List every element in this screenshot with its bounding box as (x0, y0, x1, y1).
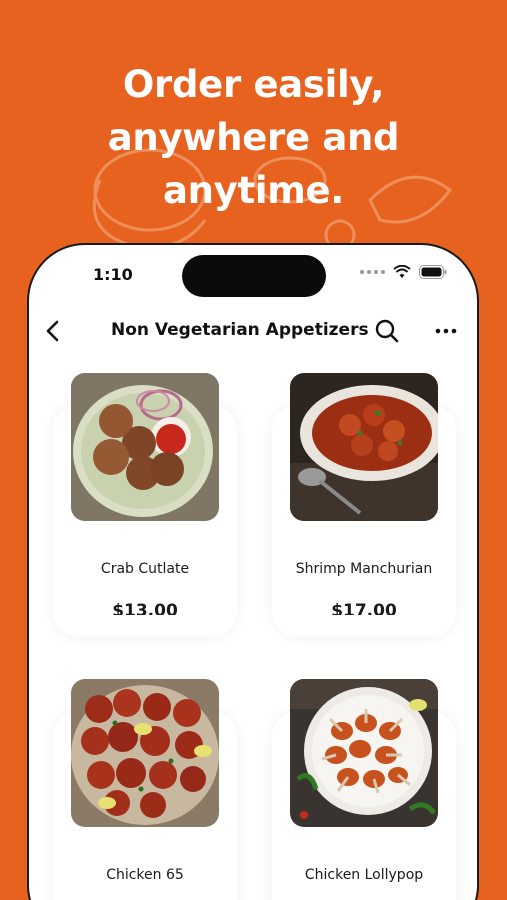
search-icon[interactable] (373, 317, 401, 345)
product-name: Crab Cutlate (100, 561, 190, 577)
headline-line-2: anywhere and (107, 116, 400, 159)
product-price: $17.00 (331, 601, 397, 615)
product-card[interactable]: Chicken Lollypop (272, 679, 456, 900)
product-card[interactable]: Crab Cutlate $13.00 (53, 373, 237, 637)
battery-icon (419, 265, 447, 279)
signal-icon (360, 270, 385, 274)
product-card[interactable]: Chicken 65 (53, 679, 237, 900)
product-price: $13.00 (112, 601, 178, 615)
product-card[interactable]: Shrimp Manchurian $17.00 (272, 373, 456, 637)
page-title: Non Vegetarian Appetizers (111, 320, 369, 340)
chevron-left-icon[interactable] (39, 317, 67, 345)
chicken-65-photo (71, 679, 219, 827)
phone-frame: 1:10 Non Vegetarian Appetizers Crab Cutl… (27, 243, 479, 900)
more-horizontal-icon[interactable] (431, 317, 461, 345)
wifi-icon (393, 265, 411, 278)
product-name: Chicken Lollypop (304, 867, 424, 883)
crab-cutlet-photo (71, 373, 219, 521)
chicken-lollypop-photo (290, 679, 438, 827)
headline-line-1: Order easily, (122, 63, 385, 106)
dynamic-island (182, 255, 326, 297)
headline: Order easily, anywhere and anytime. (0, 58, 507, 217)
product-name: Shrimp Manchurian (295, 561, 433, 577)
status-time: 1:10 (93, 265, 133, 284)
shrimp-manchurian-photo (290, 373, 438, 521)
product-name: Chicken 65 (106, 867, 184, 883)
status-indicators (360, 265, 447, 279)
nav-bar: Non Vegetarian Appetizers (29, 311, 477, 351)
headline-line-3: anytime. (162, 169, 345, 212)
